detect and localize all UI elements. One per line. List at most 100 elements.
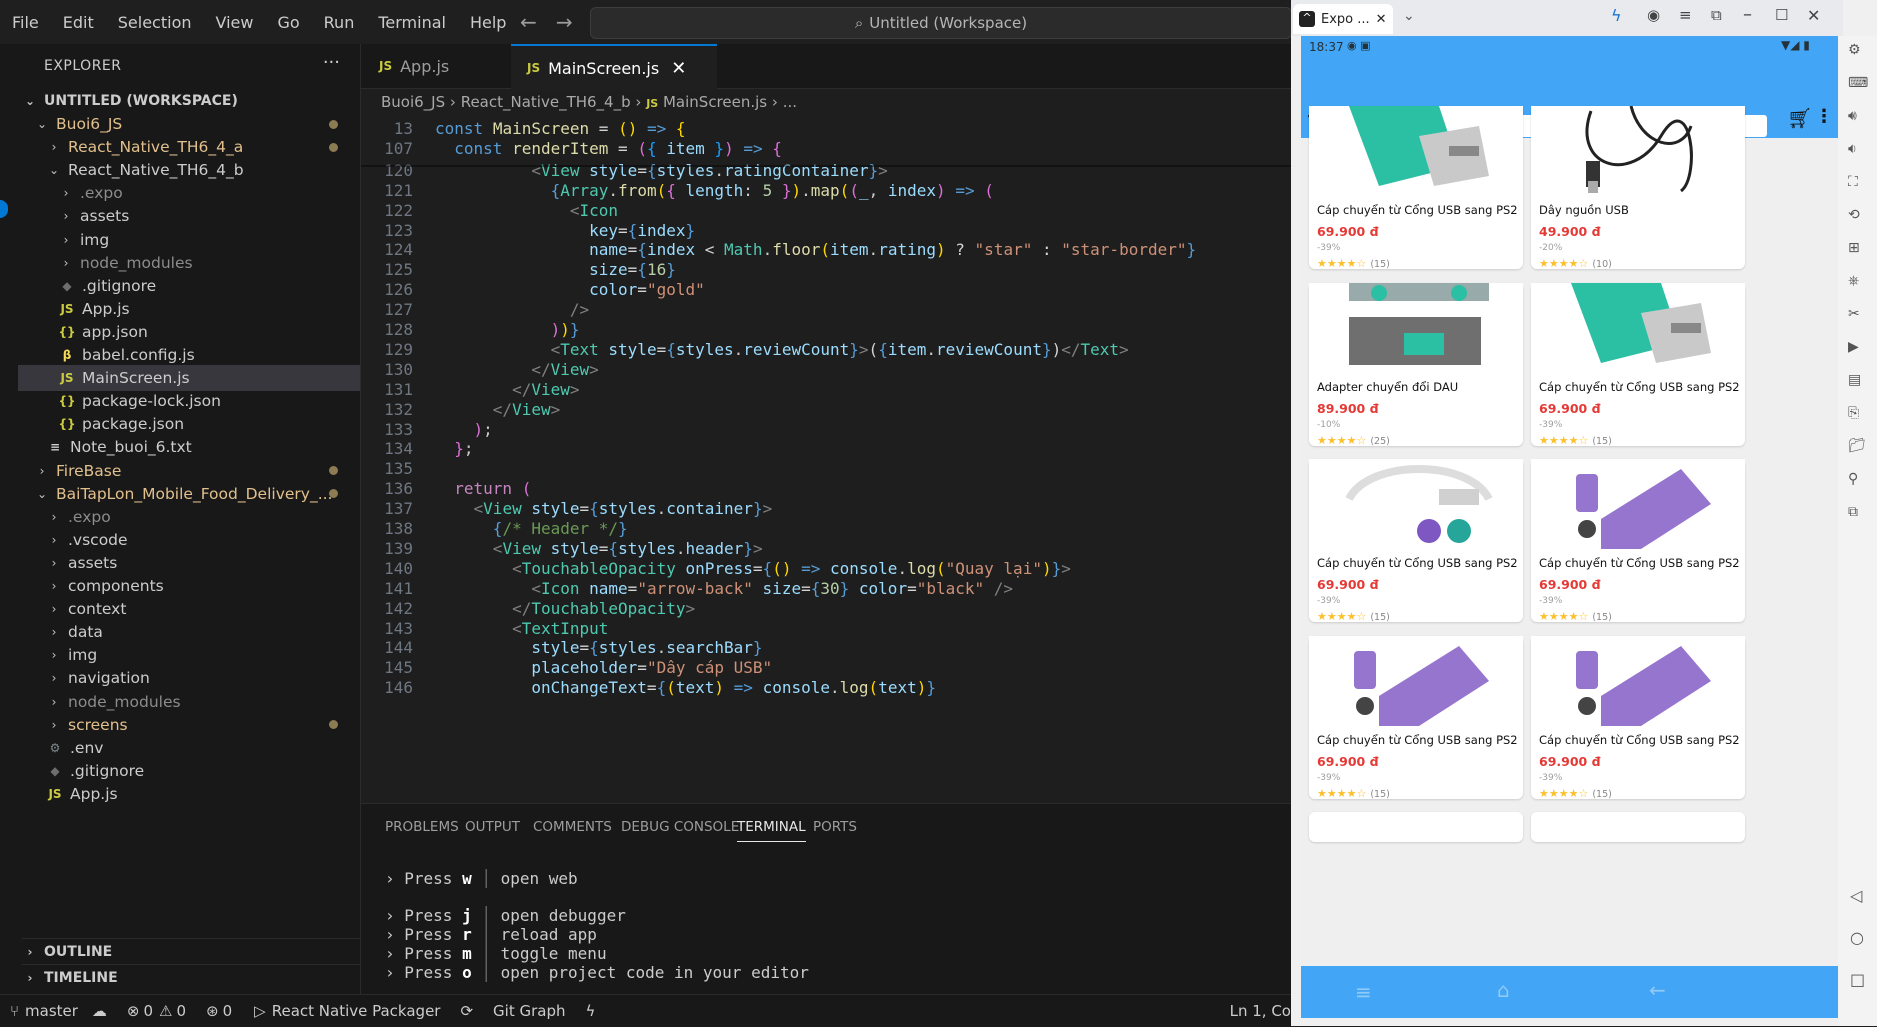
menu-icon[interactable]: ≡: [1355, 980, 1372, 1004]
product-card[interactable]: Dây nguồn USB 49.900 đ -20% ★★★★☆ (10): [1531, 106, 1745, 270]
panel-tab-output[interactable]: OUTPUT: [465, 819, 520, 835]
breadcrumb-item[interactable]: Buoi6_JS: [381, 93, 445, 111]
menu-item-file[interactable]: File: [0, 13, 51, 32]
tree-item[interactable]: › assets: [18, 550, 360, 576]
account-icon[interactable]: ◉: [1647, 6, 1660, 24]
tree-item[interactable]: ⌄ BaiTapLon_Mobile_Food_Delivery_...: [18, 481, 360, 507]
lightning-icon[interactable]: ϟ: [586, 1002, 596, 1020]
tree-item[interactable]: › navigation: [18, 665, 360, 691]
tree-item[interactable]: › components: [18, 573, 360, 599]
emulator-tool-icon[interactable]: ⎈: [1848, 273, 1859, 289]
emulator-tool-icon[interactable]: 🔊︎: [1848, 108, 1857, 124]
menu-item-run[interactable]: Run: [312, 13, 367, 32]
tree-item[interactable]: › img: [18, 227, 360, 253]
emulator-tool-icon[interactable]: ⟲: [1848, 207, 1860, 223]
panel-tab-problems[interactable]: PROBLEMS: [385, 819, 459, 835]
tree-item[interactable]: › node_modules: [18, 250, 360, 276]
product-card[interactable]: Cáp chuyển từ Cổng USB sang PS2 69.900 đ -…: [1531, 636, 1745, 800]
ports-count[interactable]: 0: [223, 1002, 233, 1020]
tree-item[interactable]: ◆ .gitignore: [18, 273, 360, 299]
close-window-icon[interactable]: ✕: [1807, 6, 1820, 25]
product-card[interactable]: Cáp chuyển từ Cổng USB sang PS2 69.900 đ -…: [1309, 636, 1523, 800]
command-center[interactable]: ⌕ Untitled (Workspace): [590, 7, 1292, 39]
emulator-tool-icon[interactable]: ⌨: [1848, 75, 1868, 91]
menu-item-view[interactable]: View: [204, 13, 266, 32]
breadcrumb-item[interactable]: React_Native_TH6_4_b: [461, 93, 631, 111]
menu-item-edit[interactable]: Edit: [51, 13, 106, 32]
more-vert-icon[interactable]: ⋮: [1815, 106, 1833, 127]
panel-tab-ports[interactable]: PORTS: [813, 819, 857, 835]
menu-icon[interactable]: ≡: [1679, 6, 1692, 24]
tree-item[interactable]: ⌄ Buoi6_JS: [18, 111, 360, 137]
maximize-icon[interactable]: ☐: [1775, 6, 1788, 24]
tree-item[interactable]: › assets: [18, 203, 360, 229]
product-card[interactable]: Cáp chuyển từ Cổng USB sang PS2 69.900 đ -…: [1531, 459, 1745, 623]
product-card-partial[interactable]: [1531, 812, 1745, 842]
product-card-partial[interactable]: [1309, 812, 1523, 842]
emulator-tool-icon[interactable]: 📁︎: [1848, 438, 1866, 454]
branch-label[interactable]: master: [25, 1002, 78, 1020]
tree-item[interactable]: › data: [18, 619, 360, 645]
product-card[interactable]: Cáp chuyển từ Cổng USB sang PS2 69.900 đ -…: [1531, 283, 1745, 447]
tree-item[interactable]: JS MainScreen.js: [18, 365, 360, 392]
tree-item[interactable]: › .expo: [18, 504, 360, 530]
forward-arrow-icon[interactable]: →: [556, 10, 573, 34]
panel-tab-terminal[interactable]: TERMINAL: [737, 819, 806, 842]
tree-item[interactable]: JS App.js: [18, 296, 360, 322]
code-editor[interactable]: 13 const MainScreen = () => {107 const re…: [361, 117, 1291, 803]
back-nav-icon[interactable]: ←: [1649, 978, 1666, 1002]
tree-item[interactable]: ⚙ .env: [18, 735, 360, 761]
emulator-tool-icon[interactable]: ⚙: [1848, 42, 1861, 58]
recents-nav-icon[interactable]: □: [1850, 970, 1865, 989]
tab-app-js[interactable]: JS App.js: [361, 44, 529, 88]
emulator-tool-icon[interactable]: ⚲: [1848, 471, 1858, 487]
refresh-icon[interactable]: ⟳: [460, 1002, 473, 1020]
emulator-tool-icon[interactable]: ✂: [1848, 306, 1860, 322]
panel-tab-debug-console[interactable]: DEBUG CONSOLE: [621, 819, 739, 835]
tree-item[interactable]: › context: [18, 596, 360, 622]
cursor-position[interactable]: Ln 1, Co: [1230, 1002, 1291, 1020]
chevron-down-icon[interactable]: ⌄: [1403, 8, 1415, 24]
tree-item[interactable]: › FireBase: [18, 458, 360, 484]
emulator-tool-icon[interactable]: ⊞: [1848, 240, 1860, 256]
tab-main-screen-js[interactable]: JS MainScreen.js ✕: [511, 44, 717, 90]
window-icon[interactable]: ⧉: [1711, 6, 1722, 24]
menu-item-go[interactable]: Go: [265, 13, 311, 32]
tree-item[interactable]: β babel.config.js: [18, 342, 360, 368]
emulator-tool-icon[interactable]: 🔉︎: [1848, 141, 1857, 157]
emulator-tool-icon[interactable]: ⎘: [1848, 405, 1859, 421]
emulator-tab[interactable]: ^ Expo ... ✕: [1293, 4, 1393, 34]
menu-item-terminal[interactable]: Terminal: [366, 13, 458, 32]
outline-section[interactable]: › OUTLINE: [22, 938, 360, 965]
product-card[interactable]: Cáp chuyển từ Cổng USB sang PS2 69.900 đ -…: [1309, 106, 1523, 270]
cart-icon[interactable]: 🛒︎: [1787, 106, 1812, 130]
emulator-tool-icon[interactable]: ▤: [1848, 372, 1861, 388]
breadcrumb-item[interactable]: ...: [783, 93, 797, 111]
tree-item[interactable]: › .expo: [18, 180, 360, 206]
product-card[interactable]: Adapter chuyển đổi DAU 89.900 đ -10% ★★★★☆(…: [1309, 283, 1523, 447]
breadcrumb-item[interactable]: MainScreen.js: [663, 93, 767, 111]
packager-label[interactable]: React Native Packager: [272, 1002, 441, 1020]
close-icon[interactable]: ✕: [671, 58, 686, 79]
warning-count[interactable]: 0: [177, 1002, 187, 1020]
tree-item[interactable]: ⌄ React_Native_TH6_4_b: [18, 157, 360, 183]
tree-item[interactable]: {} package.json: [18, 411, 360, 437]
tree-item[interactable]: JS App.js: [18, 781, 360, 807]
home-icon[interactable]: ⌂: [1497, 978, 1510, 1002]
tree-item[interactable]: › .vscode: [18, 527, 360, 553]
more-actions-icon[interactable]: ···: [323, 52, 340, 73]
emulator-tool-icon[interactable]: ⛶: [1848, 174, 1858, 190]
sync-icon[interactable]: ☁: [92, 1002, 107, 1020]
lightning-icon[interactable]: ϟ: [1611, 6, 1622, 25]
git-graph-label[interactable]: Git Graph: [493, 1002, 565, 1020]
tree-item[interactable]: {} package-lock.json: [18, 388, 360, 414]
emulator-tool-icon[interactable]: ▶: [1848, 339, 1859, 355]
timeline-section[interactable]: › TIMELINE: [22, 964, 360, 991]
menu-item-help[interactable]: Help: [458, 13, 518, 32]
minimize-icon[interactable]: –: [1743, 4, 1752, 25]
tree-item[interactable]: › node_modules: [18, 689, 360, 715]
panel-tab-comments[interactable]: COMMENTS: [533, 819, 612, 835]
menu-item-selection[interactable]: Selection: [106, 13, 204, 32]
tree-item[interactable]: › img: [18, 642, 360, 668]
back-arrow-icon[interactable]: ←: [520, 10, 537, 34]
